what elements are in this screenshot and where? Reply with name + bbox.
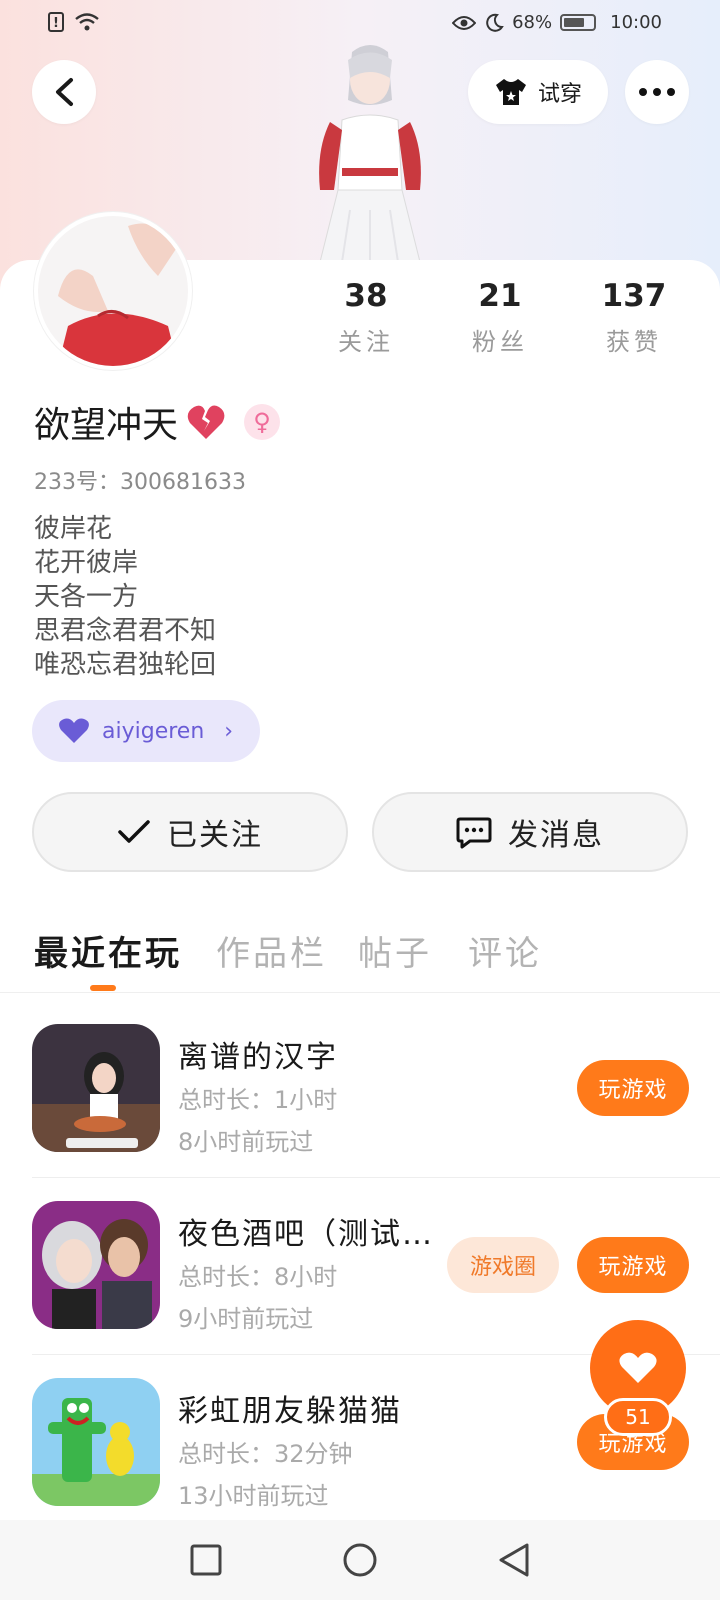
square-icon (190, 1544, 222, 1576)
tab-posts[interactable]: 帖子 (358, 926, 432, 975)
stat-likes-count: 137 (601, 278, 667, 314)
clock: 10:00 (610, 12, 662, 33)
game-last-played: 13小时前玩过 (178, 1482, 329, 1510)
alert-icon: ! (48, 12, 64, 32)
stat-followers-label: 粉丝 (472, 328, 528, 356)
play-game-button[interactable]: 玩游戏 (577, 1237, 689, 1293)
game-row[interactable]: 离谱的汉字 总时长：1小时 8小时前玩过 玩游戏 (0, 1024, 720, 1200)
game-title: 彩虹朋友躲猫猫 (178, 1394, 402, 1429)
moon-icon (486, 13, 504, 32)
tag-label: aiyigeren (102, 718, 205, 744)
game-last-played: 8小时前玩过 (178, 1128, 314, 1156)
stat-following-label: 关注 (338, 328, 394, 356)
try-on-button[interactable]: 试穿 (468, 60, 608, 124)
tab-works[interactable]: 作品栏 (216, 926, 327, 975)
bio-line: 花开彼岸 (34, 548, 139, 578)
battery-percent: 68% (512, 12, 553, 33)
username: 欲望冲天 (34, 405, 179, 446)
play-game-button[interactable]: 玩游戏 (577, 1060, 689, 1116)
bio: 彼岸花 花开彼岸 天各一方 思君念君君不知 唯恐忘君独轮回 (34, 512, 216, 682)
message-button[interactable]: 发消息 (372, 792, 688, 872)
stat-following[interactable]: 38 关注 (306, 276, 426, 357)
game-last-played: 9小时前玩过 (178, 1305, 314, 1333)
bio-line: 思君念君君不知 (34, 616, 217, 646)
heart-icon (619, 1352, 657, 1383)
game-icon[interactable] (32, 1378, 160, 1506)
divider (32, 1177, 720, 1178)
character-figure (319, 45, 421, 263)
followed-label: 已关注 (167, 818, 263, 853)
system-nav-bar (0, 1520, 720, 1600)
stat-followers-count: 21 (478, 278, 522, 314)
bio-line: 唯恐忘君独轮回 (34, 650, 217, 680)
tshirt-icon (495, 79, 526, 105)
stats-row: 38 关注 21 粉丝 137 获赞 (0, 276, 720, 366)
message-label: 发消息 (508, 818, 604, 853)
back-arrow-icon (56, 78, 73, 106)
more-button[interactable] (625, 60, 689, 124)
user-id: 233号：300681633 (34, 464, 246, 496)
purple-heart-icon (59, 718, 89, 743)
game-title: 离谱的汉字 (178, 1040, 338, 1075)
stat-followers[interactable]: 21 粉丝 (440, 276, 560, 357)
stat-likes-label: 获赞 (606, 328, 662, 356)
circle-icon (343, 1543, 377, 1577)
game-duration: 总时长：32分钟 (178, 1440, 353, 1468)
game-icon[interactable] (32, 1024, 160, 1152)
more-dots-icon (639, 88, 675, 96)
tab-bar: 最近在玩 作品栏 帖子 评论 (0, 920, 720, 993)
uid-label: 233号： (34, 470, 120, 495)
like-count-badge: 51 (604, 1398, 672, 1436)
try-on-label: 试穿 (537, 82, 582, 107)
stat-following-count: 38 (344, 278, 388, 314)
game-circle-button[interactable]: 游戏圈 (447, 1237, 559, 1293)
triangle-back-icon (499, 1543, 529, 1577)
chat-icon (456, 817, 492, 849)
wifi-icon (75, 13, 99, 31)
tab-recent[interactable]: 最近在玩 (34, 926, 182, 975)
check-icon (118, 820, 150, 843)
relationship-tag[interactable]: aiyigeren › (32, 700, 260, 762)
tab-comments[interactable]: 评论 (468, 926, 542, 975)
bio-line: 天各一方 (34, 582, 139, 612)
game-title: 夜色酒吧（测试… (178, 1217, 434, 1252)
female-gender-icon: ♀ (244, 404, 281, 440)
game-duration: 总时长：8小时 (178, 1263, 338, 1291)
home-button[interactable] (338, 1538, 382, 1582)
broken-heart-icon (187, 405, 225, 439)
back-nav-button[interactable] (492, 1538, 536, 1582)
recent-apps-button[interactable] (184, 1538, 228, 1582)
username-row: 欲望冲天 ♀ (34, 396, 281, 448)
game-icon[interactable] (32, 1201, 160, 1329)
followed-button[interactable]: 已关注 (32, 792, 348, 872)
chevron-right-icon: › (224, 718, 234, 744)
back-button[interactable] (32, 60, 96, 124)
game-duration: 总时长：1小时 (178, 1086, 338, 1114)
stat-likes[interactable]: 137 获赞 (574, 276, 694, 357)
bio-line: 彼岸花 (34, 514, 113, 544)
eye-icon (452, 15, 477, 30)
uid-value: 300681633 (120, 470, 246, 495)
tab-indicator (90, 985, 116, 991)
battery-icon (560, 14, 597, 31)
